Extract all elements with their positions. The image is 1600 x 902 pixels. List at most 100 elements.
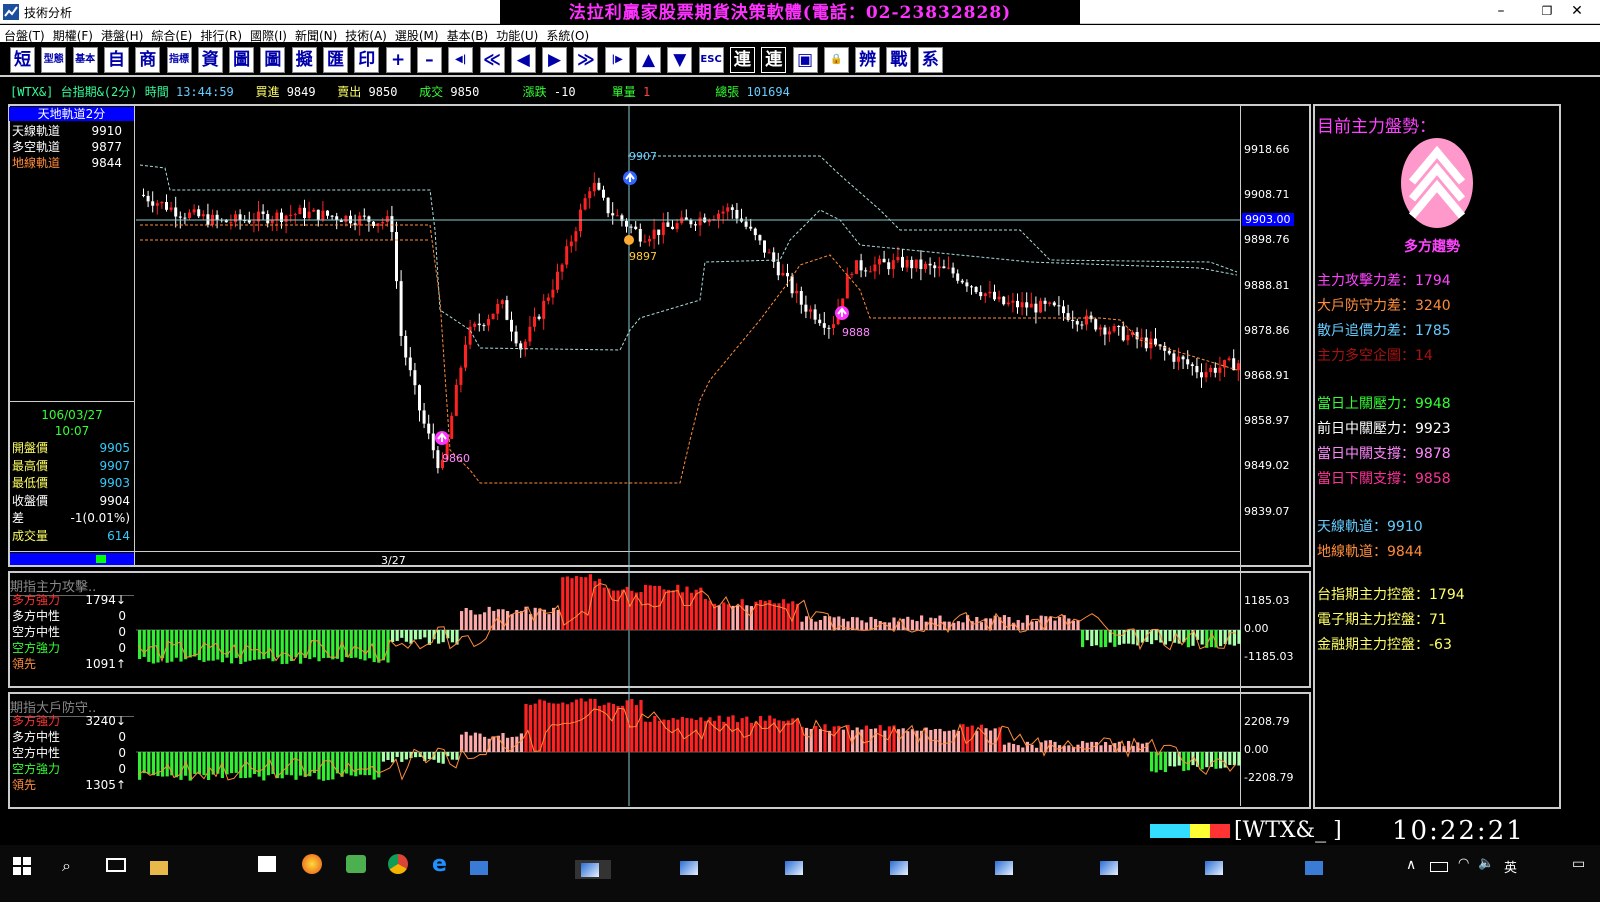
candle-body: [510, 319, 513, 332]
taskbar-app-7[interactable]: [1100, 860, 1124, 875]
store-icon[interactable]: [258, 856, 276, 872]
indicator-bar: [726, 716, 730, 752]
panel2-row: 多方強力 3240↓: [12, 714, 130, 729]
candle-body: [431, 433, 435, 451]
indicator-bar: [400, 752, 404, 762]
candle-body: [459, 367, 463, 385]
indicator-bar: [575, 699, 579, 752]
indicator-bar: [299, 630, 303, 664]
taskbar-app-4[interactable]: [785, 860, 809, 875]
indicator-bar: [391, 630, 395, 643]
indicator-bar: [989, 730, 993, 752]
ie-icon[interactable]: e: [432, 852, 447, 877]
candle-body: [454, 384, 458, 416]
candle-body: [1080, 324, 1084, 326]
candle-body: [1052, 302, 1056, 306]
panel1-row-label: 多方強力: [12, 593, 61, 607]
candle-body: [1006, 302, 1010, 305]
indicator-bar: [621, 705, 625, 752]
candle-body: [648, 238, 651, 242]
candle-body: [339, 220, 343, 222]
panel1-row-value: 1091↑: [85, 657, 126, 671]
indicator-bar: [579, 698, 583, 752]
indicator-bar: [1113, 630, 1117, 647]
indicator-bar: [202, 630, 206, 662]
candle-body: [901, 256, 904, 268]
candle-body: [1075, 321, 1079, 325]
indicator-bar: [193, 630, 197, 657]
indicator-bar: [1163, 752, 1167, 773]
indicator-bar: [648, 585, 652, 630]
candle-body: [326, 210, 329, 216]
candle-body: [1209, 367, 1213, 373]
indicator-bar: [1094, 742, 1098, 752]
start-icon[interactable]: [13, 857, 31, 875]
indicator-bar: [225, 752, 229, 775]
candle-body: [155, 203, 159, 206]
price-tick: 9898.76: [1244, 233, 1290, 247]
candle-body: [491, 313, 495, 320]
indicator-bar: [322, 630, 326, 659]
candle-body: [413, 370, 417, 386]
bullish-arrow-icon: [1401, 138, 1473, 228]
candle-body: [615, 215, 619, 217]
info-item: 台指期主力控盤：1794: [1317, 587, 1465, 603]
taskbar-app-2[interactable]: [575, 860, 611, 879]
candle-body: [390, 216, 394, 232]
app-icon[interactable]: [346, 855, 366, 873]
indicator-bar: [455, 752, 459, 760]
indicator-bar: [690, 592, 694, 630]
panel2-row-value: 1305↑: [85, 778, 126, 792]
candle-body: [864, 270, 868, 272]
indicator-bar: [864, 725, 868, 752]
candle-body: [956, 273, 960, 281]
tray-arrow-icon[interactable]: ∧: [1406, 857, 1416, 873]
info-item: 地線軌道：9844: [1317, 544, 1423, 560]
search-icon[interactable]: ⌕: [62, 856, 71, 876]
indicator-bar: [1173, 752, 1177, 767]
indicator-bar: [368, 630, 372, 659]
candle-body: [937, 266, 941, 269]
price-tick: 9868.91: [1244, 369, 1290, 382]
indicator-bar: [814, 621, 818, 630]
taskbar-app-6[interactable]: [995, 860, 1019, 875]
taskbar-app-1[interactable]: [470, 860, 494, 875]
indicator-bar: [377, 630, 381, 663]
indicator-bar: [818, 619, 822, 630]
indicator-bar: [400, 630, 404, 638]
indicator-bar: [138, 752, 142, 780]
indicator-bar: [667, 720, 671, 752]
indicator-bar: [657, 720, 661, 752]
taskbar-app-9[interactable]: [1305, 860, 1329, 875]
candle-body: [643, 241, 647, 243]
candle-body: [763, 240, 766, 253]
candle-body: [1103, 327, 1107, 335]
firefox-icon[interactable]: [302, 854, 322, 874]
candle-body: [165, 201, 168, 210]
indicator-bar: [1104, 630, 1108, 648]
wifi-icon[interactable]: ◠: [1458, 856, 1469, 871]
indicator-bar: [138, 630, 142, 660]
indicator-bar: [1108, 744, 1112, 752]
taskbar-app-3[interactable]: [680, 860, 704, 875]
candle-body: [473, 323, 477, 327]
taskbar-app-8[interactable]: [1205, 860, 1229, 875]
volume-icon[interactable]: 🔈: [1478, 856, 1494, 871]
indicator-bar: [621, 589, 625, 630]
notification-icon[interactable]: ▭: [1572, 856, 1585, 872]
indicator-bar: [303, 630, 307, 658]
indicator-bar: [377, 752, 381, 778]
candle-body: [749, 226, 753, 229]
indicator-bar: [1237, 752, 1241, 766]
chrome-icon[interactable]: [388, 854, 408, 874]
info-item: 主力多空企圖：14: [1317, 348, 1433, 364]
candle-body: [891, 260, 895, 270]
indicator-bar: [745, 716, 749, 752]
taskbar-app-0[interactable]: [150, 860, 174, 875]
panel1-row: 領先 1091↑: [12, 657, 130, 672]
task-view-icon[interactable]: [106, 858, 126, 872]
candle-body: [965, 282, 969, 287]
taskbar-app-5[interactable]: [890, 860, 914, 875]
ime-indicator[interactable]: 英: [1504, 857, 1517, 876]
indicator-bar: [404, 752, 408, 760]
